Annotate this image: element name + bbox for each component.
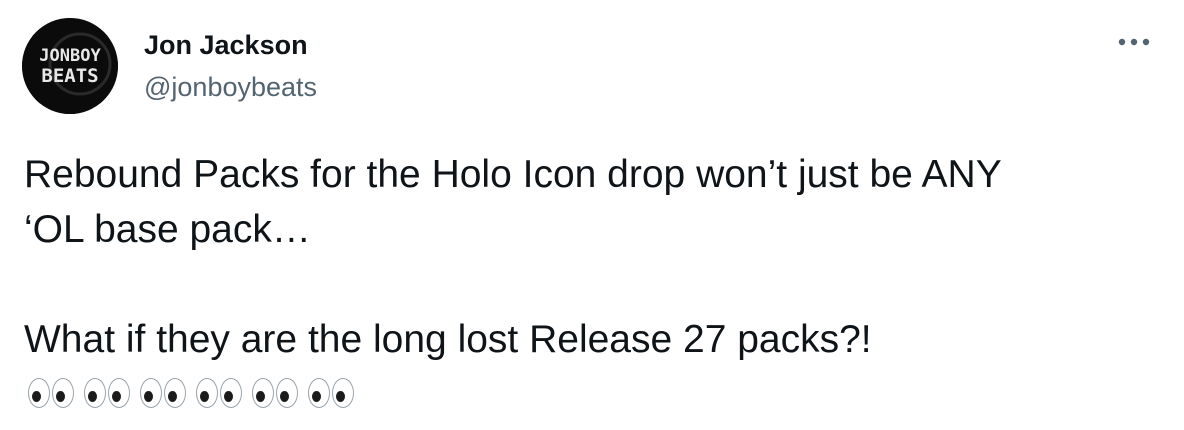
eye-shape	[196, 378, 218, 408]
eye-shape	[220, 378, 242, 408]
eyes-emoji-icon	[28, 378, 74, 408]
avatar-text-line2: BEATS	[41, 65, 98, 87]
tweet-text-line3: What if they are the long lost Release 2…	[24, 318, 872, 361]
eye-shape	[276, 378, 298, 408]
avatar-text-line1: JONBOY	[39, 46, 101, 66]
eye-shape	[52, 378, 74, 408]
eyes-emoji-row	[28, 378, 354, 408]
eye-shape	[108, 378, 130, 408]
eyes-emoji-icon	[196, 378, 242, 408]
eye-shape	[332, 378, 354, 408]
eye-shape	[140, 378, 162, 408]
eyes-emoji-icon	[252, 378, 298, 408]
more-horizontal-icon	[1118, 38, 1150, 46]
eye-shape	[308, 378, 330, 408]
tweet-text-line1: Rebound Packs for the Holo Icon drop won…	[24, 153, 1002, 196]
tweet-header: JONBOY BEATS Jon Jackson @jonboybeats	[22, 18, 317, 114]
eye-shape	[28, 378, 50, 408]
eyes-emoji-icon	[84, 378, 130, 408]
eyes-emoji-icon	[308, 378, 354, 408]
tweet-text: Rebound Packs for the Holo Icon drop won…	[24, 147, 1154, 367]
display-name[interactable]: Jon Jackson	[144, 28, 317, 62]
handle[interactable]: @jonboybeats	[144, 70, 317, 104]
eye-shape	[84, 378, 106, 408]
more-options-button[interactable]	[1114, 30, 1154, 54]
eyes-emoji-icon	[140, 378, 186, 408]
tweet-text-line2: ‘OL base pack…	[24, 208, 311, 251]
eye-shape	[252, 378, 274, 408]
tweet-card: JONBOY BEATS Jon Jackson @jonboybeats Re…	[0, 0, 1184, 430]
avatar-logo: JONBOY BEATS	[22, 18, 118, 114]
author-names: Jon Jackson @jonboybeats	[144, 28, 317, 104]
eye-shape	[164, 378, 186, 408]
avatar[interactable]: JONBOY BEATS	[22, 18, 118, 114]
